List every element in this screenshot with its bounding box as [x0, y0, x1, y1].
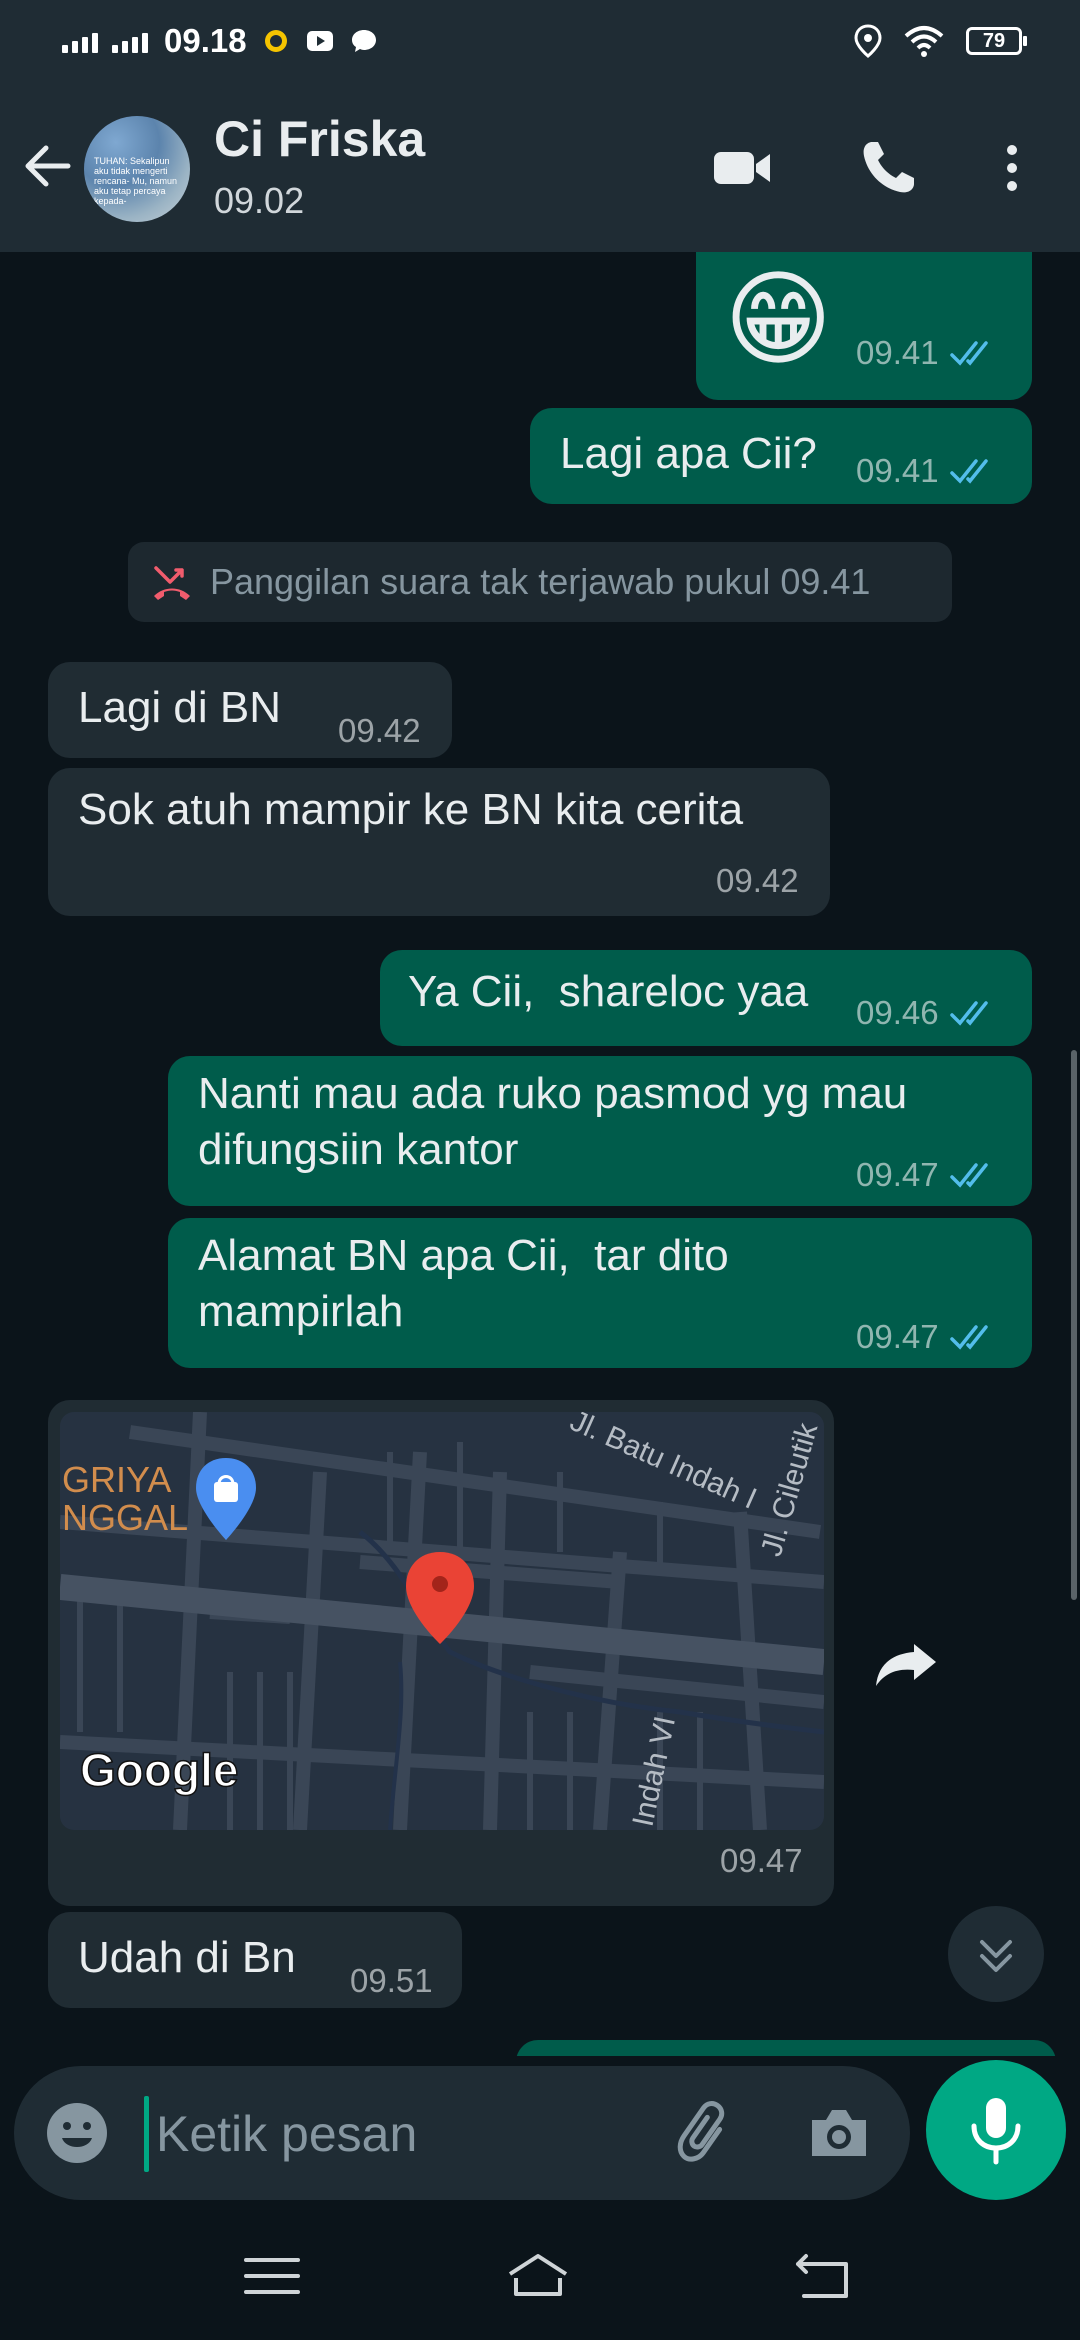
emoji-icon[interactable] [44, 2100, 110, 2166]
voice-call-icon[interactable] [856, 136, 920, 200]
message-list[interactable]: 😁 09.41 Lagi apa Cii? 09.41 Panggilan su… [0, 252, 1080, 2056]
system-nav-bar [0, 2214, 1080, 2340]
home-icon[interactable] [506, 2244, 570, 2308]
chat-notification-icon [351, 30, 376, 52]
status-left: 09.18 [62, 22, 379, 60]
missed-call-icon [154, 566, 190, 600]
message-bubble-outgoing[interactable]: Nanti mau ada ruko pasmod yg mau difungs… [168, 1056, 1032, 1206]
wifi-icon [904, 26, 944, 57]
message-time: 09.42 [338, 712, 421, 749]
message-text-line: Nanti mau ada ruko pasmod yg mau [198, 1069, 908, 1118]
message-time: 09.41 [856, 452, 939, 489]
app-notification-icon [264, 30, 287, 52]
message-text-line: difungsiin kantor [198, 1125, 519, 1174]
message-meta: 09.46 [856, 994, 999, 1032]
message-text: Lagi di BN [78, 683, 282, 732]
message-text: Lagi apa Cii? [560, 429, 817, 478]
last-seen: 09.02 [214, 180, 305, 221]
message-time: 09.46 [856, 994, 939, 1031]
battery-icon: 79 [966, 27, 1027, 55]
message-text: Ya Cii, shareloc yaa [408, 967, 809, 1016]
message-text-line: Alamat BN apa Cii, tar dito [198, 1231, 729, 1280]
message-bubble-outgoing[interactable]: 😁 09.41 [696, 252, 1032, 400]
message-meta: 09.42 [338, 712, 421, 750]
message-bubble-outgoing[interactable]: Alamat BN apa Cii, tar dito mampirlah 09… [168, 1218, 1032, 1368]
status-right: 79 [854, 24, 1027, 58]
message-time: 09.42 [716, 862, 799, 899]
message-bubble-outgoing[interactable]: Lagi apa Cii? 09.41 [530, 408, 1032, 504]
map-place-label: GRIYA [62, 1459, 171, 1500]
read-ticks-icon [949, 1325, 988, 1350]
mic-icon [971, 2098, 1021, 2165]
message-bubble-incoming[interactable]: Sok atuh mampir ke BN kita cerita 09.42 [48, 768, 830, 916]
message-meta: 09.47 [856, 1318, 999, 1356]
location-map[interactable]: GRIYA NGGAL Jl. Batu Indah I Jl. Cileuti… [60, 1412, 824, 1830]
missed-call-text: Panggilan suara tak terjawab pukul 09.41 [210, 561, 871, 602]
back-nav-icon[interactable] [790, 2244, 854, 2308]
scroll-down-icon [980, 1940, 1012, 1972]
video-call-icon[interactable] [710, 136, 774, 200]
message-bubble-outgoing[interactable]: Ya Cii, shareloc yaa 09.46 [380, 950, 1032, 1046]
location-icon [854, 24, 882, 58]
missed-call-notice[interactable]: Panggilan suara tak terjawab pukul 09.41 [128, 542, 952, 622]
contact-name[interactable]: Ci Friska [214, 110, 425, 168]
forward-button[interactable] [858, 1616, 952, 1710]
avatar-caption: TUHAN: Sekalipun aku tidak mengerti renc… [94, 156, 178, 206]
back-arrow-icon[interactable] [20, 138, 76, 194]
message-time: 09.41 [856, 334, 939, 371]
scroll-to-bottom-button[interactable] [948, 1906, 1044, 2002]
forward-icon [876, 1644, 936, 1686]
message-text: 😁 [724, 262, 833, 378]
map-image: GRIYA NGGAL Jl. Batu Indah I Jl. Cileuti… [60, 1412, 824, 1830]
message-meta: 09.51 [350, 1962, 433, 2000]
message-time: 09.47 [856, 1156, 939, 1193]
mic-button[interactable] [926, 2060, 1066, 2200]
message-meta: 09.47 [856, 1156, 999, 1194]
message-meta: 09.47 [720, 1842, 803, 1880]
message-text: Udah di Bn [78, 1933, 296, 1982]
message-text: Sok atuh mampir ke BN kita cerita [78, 785, 744, 834]
read-ticks-icon [949, 1001, 988, 1026]
scrollbar[interactable] [1071, 1050, 1077, 1600]
menu-icon[interactable] [240, 2244, 304, 2308]
youtube-icon [306, 31, 333, 51]
read-ticks-icon [949, 459, 988, 484]
message-bubble-incoming[interactable]: Lagi di BN 09.42 [48, 662, 452, 758]
message-meta: 09.41 [856, 452, 999, 490]
message-meta: 09.42 [716, 862, 799, 900]
message-text-line: mampirlah [198, 1287, 404, 1336]
signal-icon [62, 29, 98, 53]
chat-header: TUHAN: Sekalipun aku tidak mengerti renc… [0, 84, 1080, 252]
signal-icon [112, 29, 148, 53]
message-time: 09.47 [720, 1842, 803, 1879]
location-message[interactable]: GRIYA NGGAL Jl. Batu Indah I Jl. Cileuti… [48, 1400, 834, 1906]
map-place-label: NGGAL [62, 1497, 188, 1538]
message-composer [14, 2066, 910, 2200]
read-ticks-icon [949, 341, 988, 366]
avatar[interactable]: TUHAN: Sekalipun aku tidak mengerti renc… [84, 116, 190, 222]
read-ticks-icon [949, 1163, 988, 1188]
map-provider-logo: Google [80, 1744, 238, 1796]
message-time: 09.47 [856, 1318, 939, 1355]
status-time: 09.18 [164, 22, 247, 59]
message-time: 09.51 [350, 1962, 433, 1999]
attach-icon[interactable] [670, 2098, 740, 2168]
message-meta: 09.41 [856, 334, 999, 372]
message-bubble-outgoing[interactable] [516, 2040, 1056, 2056]
status-bar: 09.18 79 [0, 0, 1080, 84]
more-options-icon[interactable] [980, 136, 1044, 200]
camera-icon[interactable] [804, 2098, 874, 2168]
message-bubble-incoming[interactable]: Udah di Bn 09.51 [48, 1912, 462, 2008]
message-input[interactable] [142, 2092, 642, 2176]
